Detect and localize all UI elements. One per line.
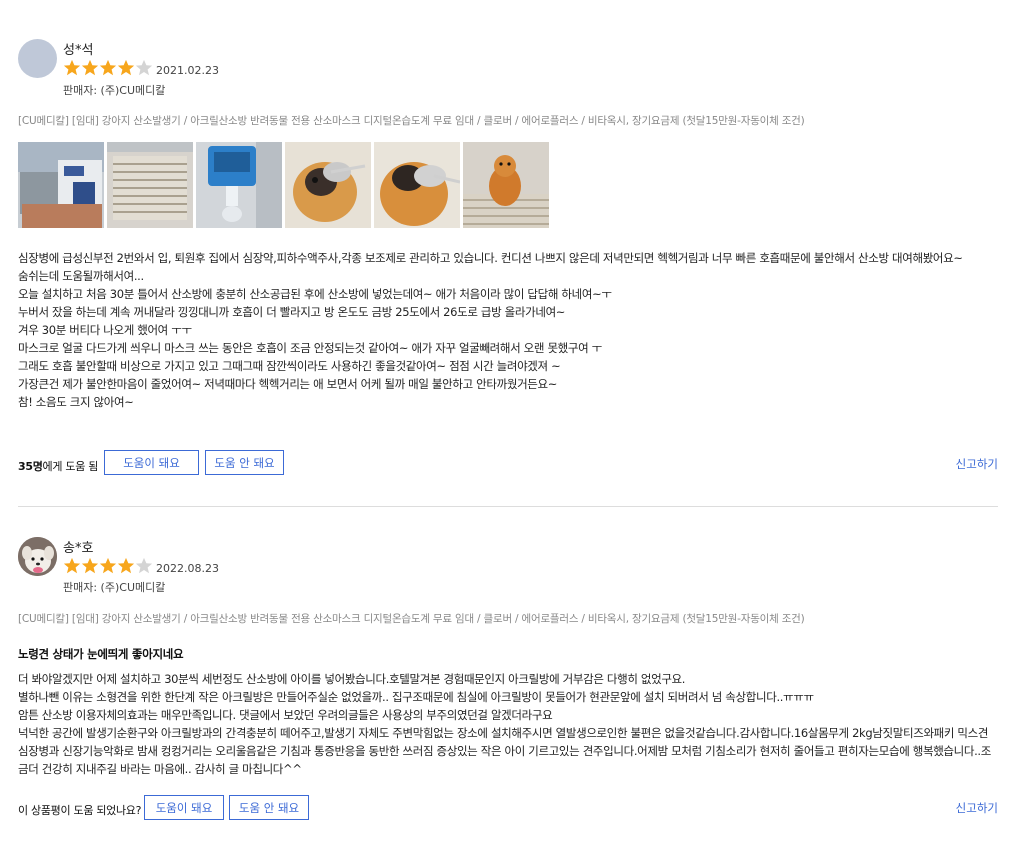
review-divider bbox=[18, 506, 998, 507]
oxygen-tank-photo[interactable] bbox=[196, 142, 282, 228]
helpful-button[interactable]: 도움이 돼요 bbox=[144, 795, 224, 820]
review-date: 2021.02.23 bbox=[156, 64, 219, 77]
not-helpful-button[interactable]: 도움 안 돼요 bbox=[205, 450, 284, 475]
review-text-line: 심장병에 급성신부전 2번와서 입, 퇴원후 집에서 심장약,피하수액주사,각종… bbox=[18, 251, 963, 265]
rating-stars bbox=[63, 59, 153, 77]
review-body: 심장병에 급성신부전 2번와서 입, 퇴원후 집에서 심장약,피하수액주사,각종… bbox=[18, 249, 993, 411]
helpful-count: 35명에게 도움 됨 bbox=[18, 458, 98, 474]
star-icon bbox=[63, 59, 81, 76]
review-text-line: 참! 소음도 크지 않아여~ bbox=[18, 395, 134, 409]
dog-mask-photo[interactable] bbox=[285, 142, 371, 228]
dog-standing-photo[interactable] bbox=[463, 142, 549, 228]
review-body: 더 봐야알겠지만 어제 설치하고 30분씩 세번정도 산소방에 아이를 넣어봤습… bbox=[18, 670, 993, 778]
seller-name: 판매자: (주)CU메디칼 bbox=[63, 581, 166, 594]
product-option: [CU메디칼] [임대] 강아지 산소발생기 / 아크릴산소방 반려동물 전용 … bbox=[18, 613, 805, 625]
helpful-count-suffix: 에게 도움 됨 bbox=[42, 460, 99, 473]
review-text-line: 겨우 30분 버티다 나오게 했어여 ㅜㅜ bbox=[18, 323, 192, 337]
star-icon bbox=[99, 59, 117, 76]
avatar bbox=[18, 537, 57, 576]
review-text-line: 누버서 잤을 하는데 계속 꺼내달라 낑낑대니까 호흡이 더 빨라지고 방 온도… bbox=[18, 305, 566, 319]
not-helpful-button[interactable]: 도움 안 돼요 bbox=[229, 795, 309, 820]
review-photos bbox=[18, 142, 549, 228]
review-text-line: 오늘 설치하고 처음 30분 틀어서 산소방에 충분히 산소공급된 후에 산소방… bbox=[18, 287, 612, 301]
product-option: [CU메디칼] [임대] 강아지 산소발생기 / 아크릴산소방 반려동물 전용 … bbox=[18, 115, 805, 127]
helpful-count-number: 35명 bbox=[18, 460, 43, 473]
report-link[interactable]: 신고하기 bbox=[956, 456, 998, 472]
star-icon bbox=[99, 557, 117, 574]
review-date: 2022.08.23 bbox=[156, 562, 219, 575]
dog-mask-closeup-photo[interactable] bbox=[374, 142, 460, 228]
star-empty-icon bbox=[135, 557, 153, 574]
machine-photo[interactable] bbox=[18, 142, 104, 228]
star-icon bbox=[81, 59, 99, 76]
mat-photo[interactable] bbox=[107, 142, 193, 228]
review-text-line: 가장큰건 제가 불안한마음이 줄었어여~ 저녁때마다 헥헥거리는 애 보면서 어… bbox=[18, 377, 558, 391]
rating-stars bbox=[63, 557, 153, 575]
review-text-line: 그래도 호흡 불안할때 비상으로 가지고 있고 그때그때 잠깐씩이라도 사용하긴… bbox=[18, 359, 561, 373]
helpful-button[interactable]: 도움이 돼요 bbox=[104, 450, 199, 475]
avatar bbox=[18, 39, 57, 78]
star-icon bbox=[117, 557, 135, 574]
review-author: 송*호 bbox=[63, 541, 94, 556]
review-text-line: 별하나뺀 이유는 소형견을 위한 한단계 작은 아크릴방은 만들어주실순 없었을… bbox=[18, 690, 814, 704]
report-link[interactable]: 신고하기 bbox=[956, 800, 998, 816]
helpful-question: 이 상품평이 도움 되었나요? bbox=[18, 804, 142, 817]
review-text-line: 암튼 산소방 이용자체의효과는 매우만족입니다. 댓글에서 보았던 우려의글들은… bbox=[18, 708, 553, 722]
review-text-line: 더 봐야알겠지만 어제 설치하고 30분씩 세번정도 산소방에 아이를 넣어봤습… bbox=[18, 672, 686, 686]
review-text-line: 마스크로 얼굴 다드가게 씌우니 마스크 쓰는 동안은 호흡이 조금 안정되는것… bbox=[18, 341, 602, 355]
star-icon bbox=[117, 59, 135, 76]
review-headline: 노령견 상태가 눈에띄게 좋아지네요 bbox=[18, 647, 184, 661]
star-icon bbox=[81, 557, 99, 574]
seller-name: 판매자: (주)CU메디칼 bbox=[63, 84, 166, 97]
review-text-line: 숨쉬는데 도움될까해서여... bbox=[18, 269, 144, 283]
star-icon bbox=[63, 557, 81, 574]
star-empty-icon bbox=[135, 59, 153, 76]
review-text-line: 넉넉한 공간에 발생기순환구와 아크릴방과의 간격충분히 떼어주고,발생기 자체… bbox=[18, 726, 991, 776]
review-author: 성*석 bbox=[63, 43, 94, 58]
